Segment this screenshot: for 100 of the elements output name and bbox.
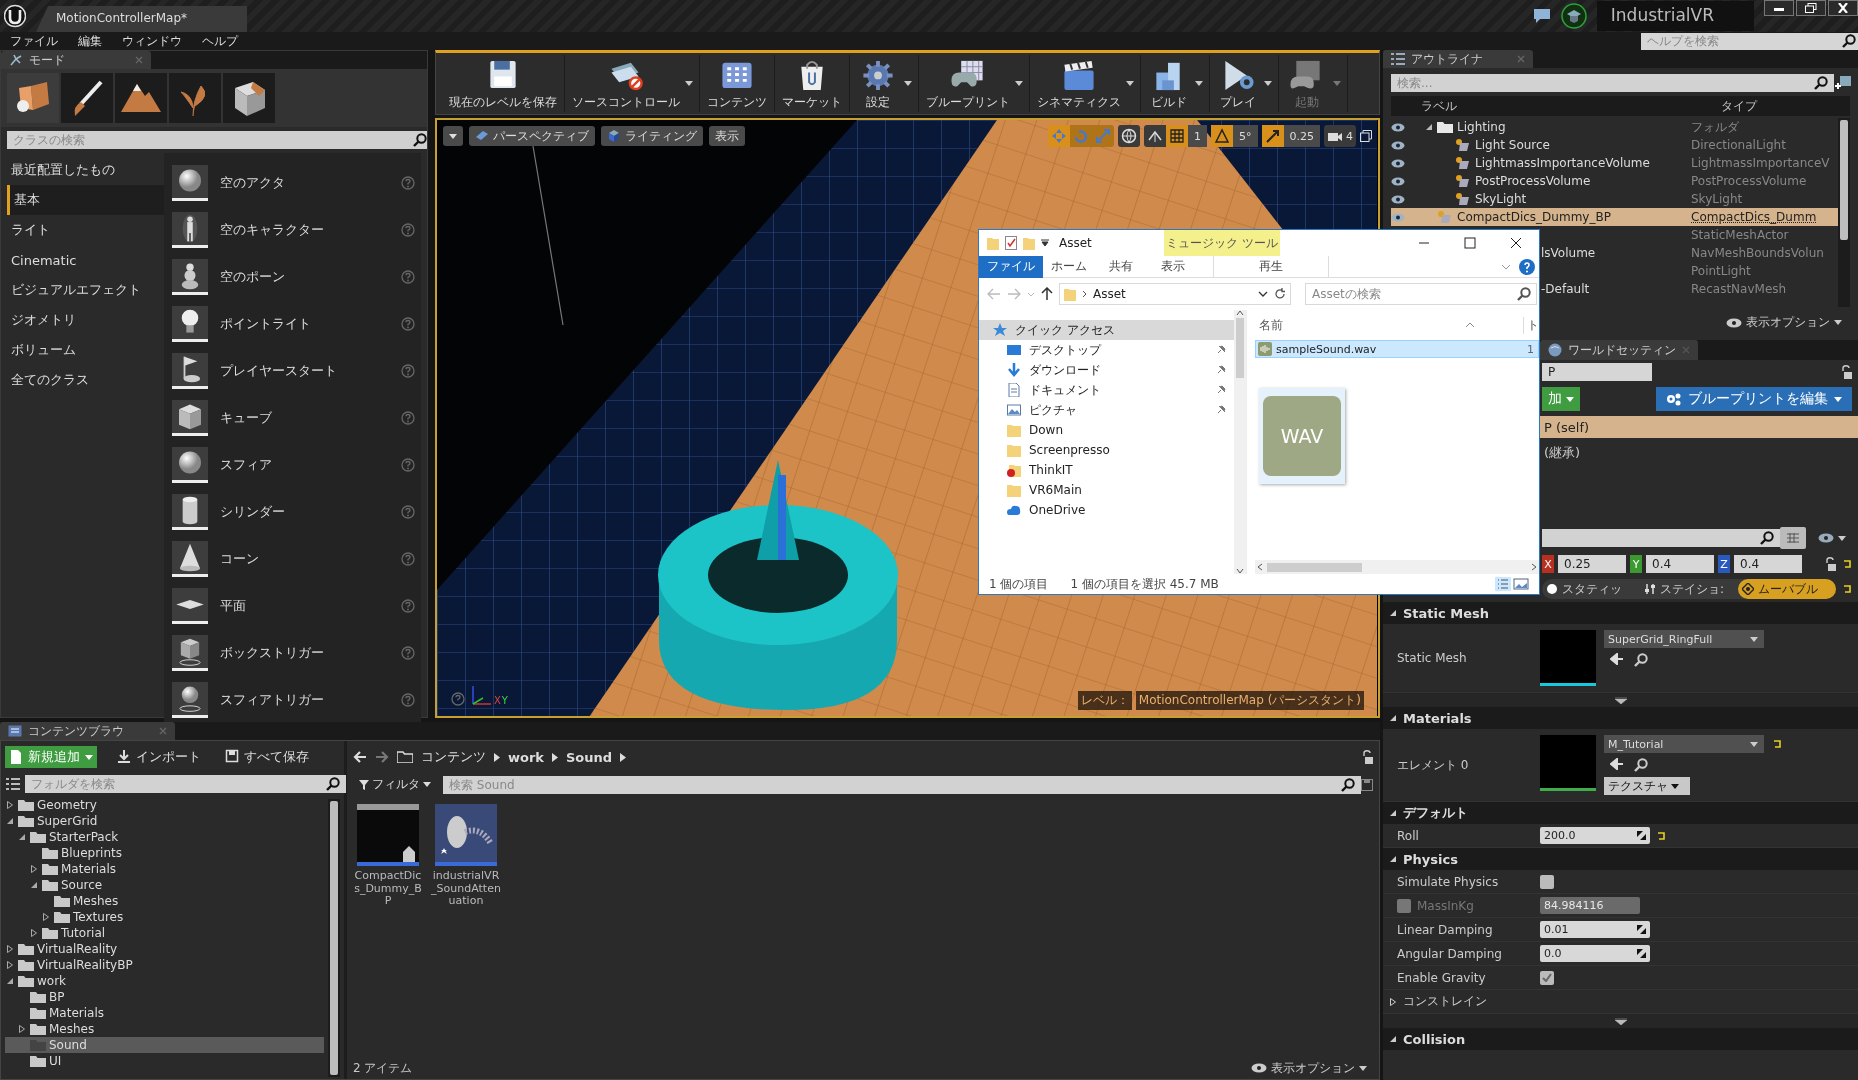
ribbon-tab[interactable]: 共有 [1095, 255, 1147, 278]
column-header[interactable]: 名前 [1255, 316, 1465, 334]
section-header[interactable]: デフォルト [1383, 802, 1858, 824]
help-icon[interactable] [401, 316, 415, 331]
category-item[interactable]: 最近配置したもの [7, 155, 164, 185]
menu-item[interactable]: ヘルプ [196, 32, 252, 50]
viewport-mode-button[interactable]: パースペクティブ [469, 126, 595, 146]
column-header[interactable]: ト [1523, 316, 1539, 334]
content-button[interactable]: インポート [113, 746, 205, 768]
toolbar-button[interactable]: シネマティクス [1034, 55, 1124, 113]
toolbar-button[interactable]: ブループリント [923, 55, 1013, 113]
help-icon[interactable] [451, 692, 465, 706]
column-header[interactable]: タイプ [1721, 97, 1850, 115]
view-options-button[interactable]: 表示オプション [1720, 313, 1848, 332]
expanded-arrow-icon[interactable] [1389, 714, 1397, 722]
chevron-icon[interactable] [552, 752, 558, 762]
checkbox[interactable] [1540, 874, 1554, 889]
folder-tree-item[interactable]: Materials [5, 861, 324, 877]
help-icon[interactable] [401, 363, 415, 378]
folder-tree-item[interactable]: Source [5, 877, 324, 893]
folder-tree-item[interactable]: SuperGrid [5, 813, 324, 829]
collapsed-arrow-icon[interactable] [6, 961, 14, 969]
folder-tree-item[interactable]: Materials [5, 1005, 324, 1021]
asset-tile[interactable]: industrialVR_SoundAttenuation [431, 804, 501, 1049]
component-item[interactable]: P (self) [1540, 416, 1858, 438]
outliner-row[interactable]: lsVolume NavMeshBoundsVolun [1541, 244, 1838, 262]
viewport-options-button[interactable] [443, 126, 463, 146]
toolbar-button[interactable]: マーケット [779, 55, 845, 113]
checklist-icon[interactable] [1005, 236, 1017, 250]
add-folder-icon[interactable] [1834, 75, 1852, 91]
help-icon[interactable] [401, 504, 415, 519]
mobility-option[interactable]: スタティッ [1542, 579, 1640, 599]
chevron-down-icon[interactable] [1258, 291, 1268, 297]
caret-icon[interactable] [1015, 81, 1023, 86]
navigation-item[interactable]: ダウンロード [979, 360, 1234, 380]
mobility-option[interactable]: ムーバブル [1738, 579, 1836, 599]
snap-toggle-button[interactable] [1261, 125, 1284, 147]
expanded-arrow-icon[interactable] [1389, 855, 1397, 863]
scrollbar-track[interactable] [1234, 310, 1246, 574]
checkbox[interactable] [1540, 970, 1554, 985]
drag-handle-icon[interactable] [1637, 831, 1646, 840]
ribbon-tab[interactable]: ファイル [979, 255, 1043, 278]
world-settings-tab[interactable]: ワールドセッティン [1540, 340, 1698, 360]
toolbar-button[interactable]: コンテンツ [704, 55, 770, 113]
section-header[interactable]: Collision [1383, 1028, 1858, 1050]
chevron-icon[interactable] [494, 752, 500, 762]
help-icon[interactable] [401, 598, 415, 613]
up-arrow-icon[interactable] [1041, 287, 1053, 301]
toolbar-button[interactable]: 現在のレベルを保存 [446, 55, 560, 113]
unlocked-padlock-icon[interactable] [1361, 750, 1373, 764]
outliner-row[interactable]: Light Source DirectionalLight [1391, 136, 1838, 154]
folder-tree-item[interactable]: UI [5, 1053, 324, 1069]
tree-list-icon[interactable] [5, 777, 21, 791]
navigation-item[interactable]: デスクトップ [979, 340, 1234, 360]
class-list-item[interactable]: シリンダー [172, 488, 415, 535]
number-field[interactable]: 0.4 [1734, 555, 1802, 573]
scrollbar-thumb[interactable] [1840, 120, 1848, 240]
breadcrumb-link[interactable]: コンテンツ [421, 748, 486, 766]
class-list-item[interactable]: 空のアクタ [172, 159, 415, 206]
left-arrow-icon[interactable] [1610, 653, 1624, 665]
scrollbar-thumb[interactable] [1267, 562, 1362, 572]
pin-icon[interactable] [1216, 405, 1226, 415]
help-icon[interactable] [401, 692, 415, 707]
scrollbar-thumb[interactable] [1236, 318, 1244, 378]
outliner-row[interactable]: LightmassImportanceVolume LightmassImportanceV [1391, 154, 1838, 172]
class-list-item[interactable]: スフィアトリガー [172, 676, 415, 723]
class-list-item[interactable]: ボックストリガー [172, 629, 415, 676]
navigation-item[interactable]: ドキュメント [979, 380, 1234, 400]
asset-thumbnail[interactable] [1540, 735, 1596, 791]
number-field[interactable]: 0.25 [1558, 555, 1626, 573]
forward-arrow-icon[interactable] [375, 751, 389, 763]
address-bar[interactable]: Asset [1059, 283, 1291, 305]
mode-tool-button[interactable] [223, 73, 275, 123]
folder-tree-item[interactable]: Meshes [5, 893, 324, 909]
collapsed-arrow-icon[interactable] [18, 1025, 26, 1033]
scrollbar-track[interactable] [1255, 560, 1539, 574]
folder-tree-item[interactable]: VirtualRealityBP [5, 957, 324, 973]
class-list-item[interactable]: ポイントライト [172, 300, 415, 347]
help-icon[interactable] [1519, 258, 1535, 275]
collapsed-arrow-icon[interactable] [1389, 997, 1397, 1006]
section-header[interactable]: Materials [1383, 707, 1858, 729]
camera-speed-button[interactable]: 4 [1324, 125, 1356, 147]
outliner-search-field[interactable]: 検索... [1391, 74, 1834, 92]
texture-button[interactable]: テクスチャ [1604, 777, 1690, 795]
navigation-item[interactable]: ThinkIT [979, 460, 1234, 480]
outliner-row[interactable]: PointLight [1541, 262, 1838, 280]
pin-icon[interactable] [1216, 385, 1226, 395]
expanded-arrow-icon[interactable] [1389, 1035, 1397, 1043]
eye-icon[interactable] [1391, 140, 1405, 150]
caret-icon[interactable] [1195, 81, 1203, 86]
menu-item[interactable]: ファイル [4, 32, 72, 50]
help-icon[interactable] [401, 645, 415, 660]
number-field[interactable]: 0.0 [1540, 945, 1650, 962]
expanded-arrow-icon[interactable] [1389, 809, 1397, 817]
expanded-arrow-icon[interactable] [6, 977, 14, 985]
toolbar-button[interactable]: 設定 [854, 55, 902, 113]
ribbon-tab[interactable]: ホーム [1043, 255, 1095, 278]
folder-tree-item[interactable]: StarterPack [5, 829, 324, 845]
chevron-up-icon[interactable] [1236, 310, 1244, 316]
outliner-row[interactable]: CompactDics_Dummy_BP CompactDics_Dumm [1391, 208, 1838, 226]
